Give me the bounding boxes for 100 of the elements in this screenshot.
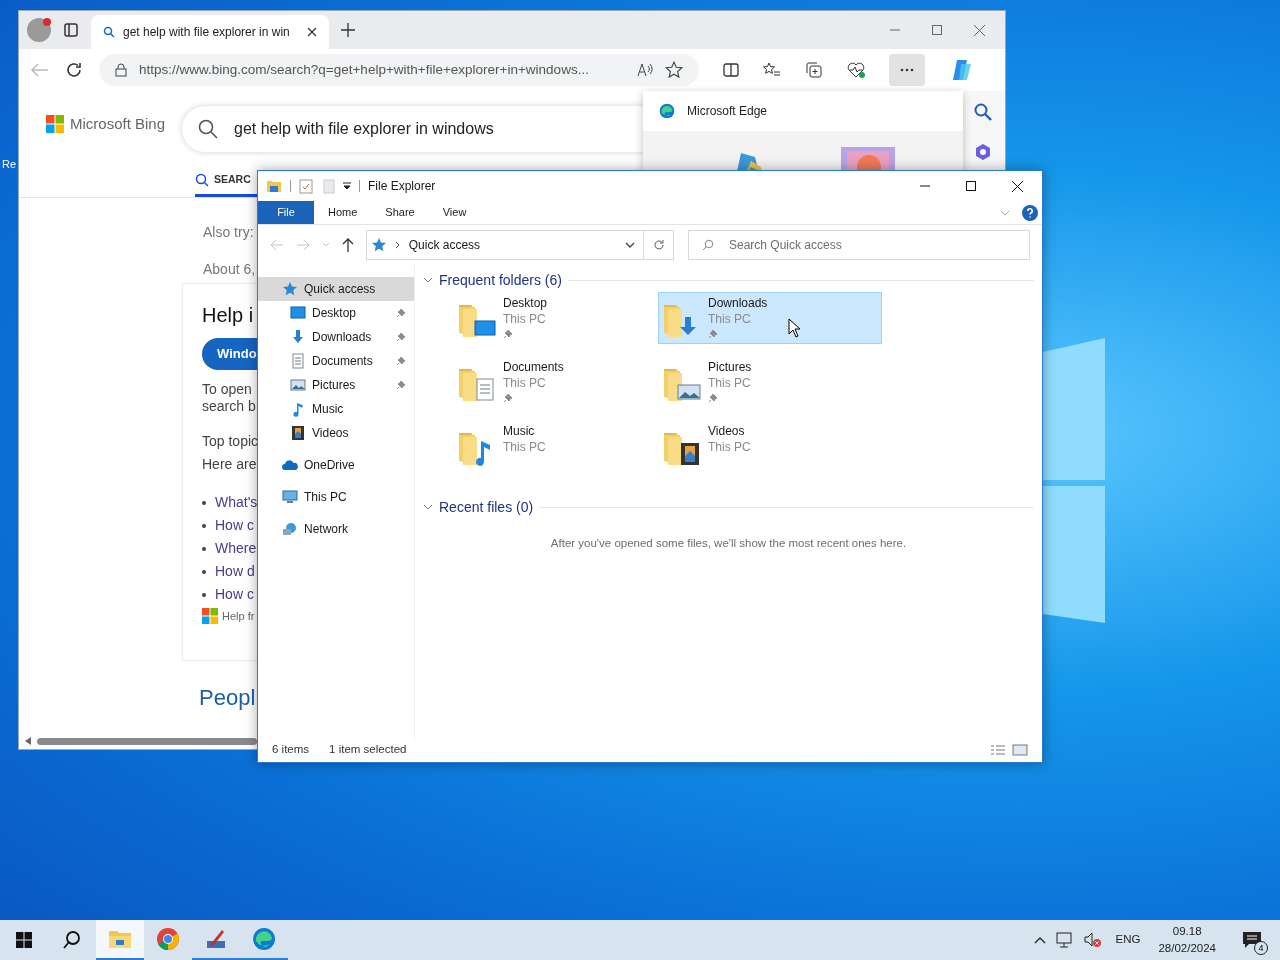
nav-item[interactable]: Network — [258, 517, 414, 541]
result-count: About 6, — [203, 260, 256, 279]
muted-speaker-icon[interactable] — [1083, 932, 1102, 948]
group-heading[interactable]: Recent files (0) — [439, 496, 534, 518]
topic-link[interactable]: How c — [215, 584, 254, 605]
topic-link[interactable]: What's — [215, 492, 258, 513]
nav-item[interactable]: OneDrive — [258, 453, 414, 477]
profile-avatar[interactable] — [27, 18, 51, 42]
read-aloud-icon[interactable] — [637, 63, 653, 77]
clock[interactable]: 09.18 28/02/2024 — [1154, 923, 1220, 957]
folder-tile[interactable]: Downloads This PC — [658, 292, 882, 344]
desktop-icon — [290, 305, 306, 321]
favorites-list-icon[interactable] — [763, 62, 781, 78]
dropdown-icon[interactable] — [343, 182, 351, 190]
collections-icon[interactable] — [805, 61, 823, 79]
chrome-icon — [156, 927, 180, 951]
folder-tile[interactable]: Documents This PC — [453, 356, 658, 408]
edge-icon — [252, 927, 276, 951]
ribbon-tab[interactable]: Home — [314, 201, 372, 224]
taskbar-app-button[interactable] — [96, 920, 144, 960]
folder-tile[interactable]: Desktop This PC — [453, 292, 658, 344]
folder-location: This PC — [503, 311, 547, 327]
nav-item[interactable]: Desktop — [258, 301, 414, 325]
film-icon — [290, 425, 306, 441]
close-icon[interactable] — [307, 27, 317, 37]
favorite-star-icon[interactable] — [665, 61, 683, 79]
bullet-icon — [202, 569, 206, 574]
health-heart-icon[interactable] — [847, 62, 865, 78]
card-paragraph: To open search b — [202, 381, 256, 415]
maximize-icon[interactable] — [966, 181, 976, 191]
chevron-icon[interactable] — [423, 275, 433, 285]
group-heading[interactable]: Frequent folders (6) — [439, 269, 562, 291]
folder-location: This PC — [708, 311, 752, 327]
help-icon[interactable] — [1022, 204, 1038, 221]
windows-chip[interactable]: Windo — [202, 338, 257, 370]
search-icon — [198, 119, 218, 139]
selection-count: 1 item selected — [329, 742, 407, 758]
split-screen-icon[interactable] — [723, 62, 739, 78]
folder-location: This PC — [708, 375, 752, 391]
language-indicator[interactable]: ENG — [1111, 931, 1145, 949]
address-field[interactable]: Quick access — [365, 230, 674, 260]
folder-tile[interactable]: Videos This PC — [658, 420, 882, 472]
notification-center-button[interactable]: 4 — [1238, 928, 1266, 952]
browser-tab[interactable]: get help with file explorer in win — [91, 15, 329, 49]
more-icon — [900, 68, 914, 72]
dropdown-icon[interactable] — [625, 242, 635, 248]
source-label: Help fr — [222, 609, 255, 624]
pin-icon — [708, 329, 718, 339]
folder-name: Desktop — [503, 295, 548, 311]
up-icon[interactable] — [341, 238, 354, 252]
nav-item[interactable]: Quick access — [258, 277, 414, 301]
bing-logo-text[interactable]: Microsoft Bing — [70, 113, 166, 136]
horizontal-scrollbar[interactable] — [25, 737, 257, 745]
nav-item[interactable]: This PC — [258, 485, 414, 509]
folder-tile[interactable]: Music This PC — [453, 420, 658, 472]
nav-item[interactable]: Pictures — [258, 373, 414, 397]
nav-item[interactable]: Videos — [258, 421, 414, 445]
search-field[interactable]: Search Quick access — [688, 230, 1030, 260]
folder-name: Pictures — [708, 359, 752, 375]
star-icon — [282, 281, 298, 297]
nav-item[interactable]: Downloads — [258, 325, 414, 349]
card-title: Help i — [202, 303, 254, 328]
address-bar[interactable]: https://www.bing.com/search?q=get+help+with+file+explorer+in+windows... — [99, 54, 699, 86]
refresh-icon[interactable] — [65, 61, 83, 79]
show-hidden-icons-icon[interactable] — [1033, 936, 1046, 944]
notification-icon — [1242, 931, 1262, 949]
empty-message: After you've opened some files, we'll show the most recent ones here. — [550, 536, 907, 551]
desktop-icon-label: Re — [2, 158, 17, 171]
bing-logo-icon — [46, 115, 64, 134]
network-status-icon[interactable] — [1055, 932, 1074, 948]
folder-name: Downloads — [708, 295, 768, 311]
bullet-icon — [202, 546, 206, 551]
topic-link[interactable]: How d — [215, 561, 255, 582]
folder-name: Music — [503, 423, 536, 439]
window-title: File Explorer — [368, 178, 436, 195]
pin-icon — [503, 393, 513, 403]
ribbon-tab[interactable]: Share — [371, 201, 429, 224]
nav-item[interactable]: Music — [258, 397, 414, 421]
topic-link[interactable]: Where — [215, 538, 257, 559]
chevron-icon[interactable] — [423, 502, 433, 512]
nav-item[interactable]: Documents — [258, 349, 414, 373]
search-icon[interactable] — [974, 103, 992, 121]
office-hexagon-icon[interactable] — [974, 143, 992, 161]
scroll-left-icon[interactable] — [25, 737, 31, 745]
edge-icon — [659, 103, 675, 119]
ribbon-tab[interactable]: View — [428, 201, 481, 224]
tab-actions-icon[interactable] — [63, 22, 79, 38]
picture-icon — [290, 377, 306, 393]
folder-tile[interactable]: Pictures This PC — [658, 356, 882, 408]
folder-icon — [108, 928, 132, 950]
close-icon[interactable] — [1012, 180, 1023, 192]
search-icon — [103, 26, 115, 38]
ribbon-tab[interactable]: File — [258, 201, 314, 224]
folder-name: Videos — [708, 423, 746, 439]
lock-icon — [115, 63, 127, 77]
new-tab-icon[interactable] — [341, 23, 355, 37]
network-icon — [282, 521, 298, 537]
topic-link[interactable]: How c — [215, 515, 254, 536]
bullet-icon — [202, 500, 206, 505]
breadcrumb-separator-icon — [394, 241, 401, 249]
